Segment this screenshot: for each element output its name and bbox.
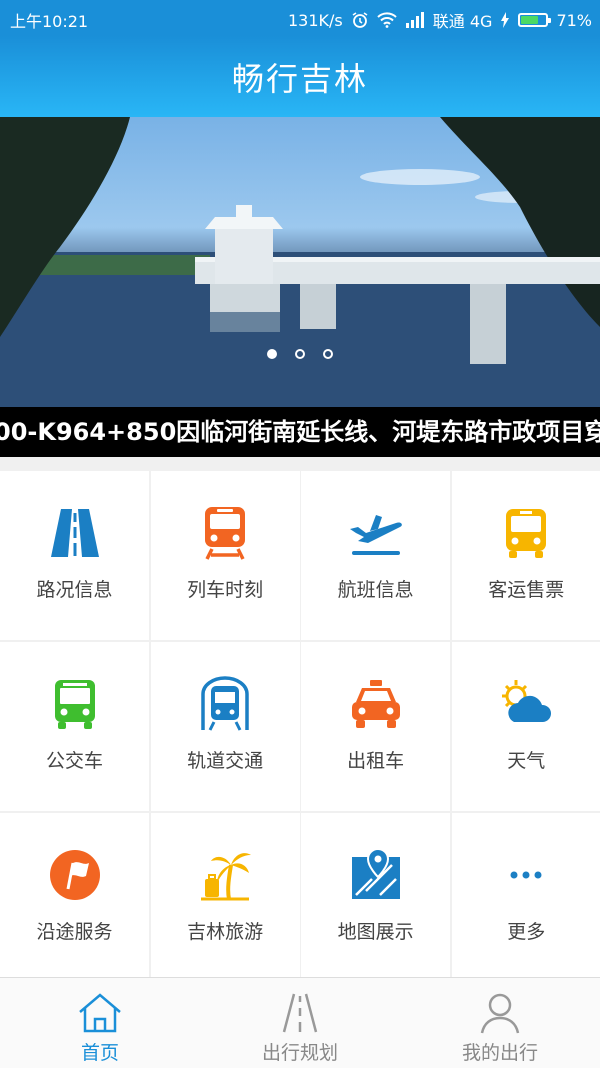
palm-luggage-icon [201, 853, 252, 901]
tab-my-trips[interactable]: 我的出行 [400, 978, 600, 1068]
map-pin-icon [351, 847, 400, 899]
user-icon [480, 993, 520, 1034]
carousel-dot[interactable] [295, 349, 305, 359]
grid-item-city-bus[interactable]: 公交车 [0, 642, 149, 811]
app-header: 畅行吉林 [0, 36, 600, 117]
grid-item-label: 航班信息 [337, 579, 414, 601]
grid-item-train-schedule[interactable]: 列车时刻 [150, 471, 300, 640]
grid-item-label: 列车时刻 [187, 579, 264, 601]
wifi-icon [377, 12, 397, 28]
app-title: 畅行吉林 [231, 60, 368, 98]
grid-item-label: 出租车 [347, 750, 405, 772]
charging-icon [501, 12, 510, 28]
grid-item-flight-info[interactable]: 航班信息 [301, 471, 451, 640]
grid-item-label: 更多 [507, 921, 546, 943]
carousel-dots [0, 349, 600, 359]
grid-item-label: 吉林旅游 [187, 921, 264, 943]
coach-bus-icon [506, 509, 547, 558]
carrier: 联通 4G [432, 12, 493, 31]
ticker-text: 00-K964+850因临河街南延长线、河堤东路市政项目穿越 [0, 418, 600, 446]
battery-fill [521, 16, 539, 24]
signal-icon [405, 12, 424, 28]
grid-item-jilin-travel[interactable]: 吉林旅游 [150, 813, 300, 982]
grid-item-label: 天气 [507, 750, 546, 772]
road-icon [282, 993, 318, 1033]
carousel-dot[interactable] [267, 349, 277, 359]
tab-label: 出行规划 [261, 1042, 338, 1064]
flag-pin-icon [49, 850, 100, 900]
grid-item-taxi[interactable]: 出租车 [301, 642, 451, 811]
grid-item-coach-ticket[interactable]: 客运售票 [451, 471, 600, 640]
grid-item-rail-transit[interactable]: 轨道交通 [150, 642, 300, 811]
status-bar: 上午10:21 131K/s 联通 4G 71% [0, 0, 600, 36]
grid-item-label: 沿途服务 [36, 921, 113, 943]
airplane-icon [349, 515, 402, 555]
alarm-icon [352, 12, 368, 28]
grid-item-label: 轨道交通 [187, 750, 264, 772]
city-bus-icon [54, 680, 95, 729]
net-speed: 131K/s [288, 10, 343, 30]
news-ticker[interactable]: 00-K964+850因临河街南延长线、河堤东路市政项目穿越 [0, 407, 600, 457]
road-icon [50, 509, 99, 557]
status-right: 131K/s 联通 4G 71% [288, 8, 592, 32]
train-icon [205, 507, 246, 560]
bottom-tab-bar: 首页 出行规划 我的出行 [0, 977, 600, 1068]
tab-trip-planning[interactable]: 出行规划 [200, 978, 400, 1068]
grid-item-label: 公交车 [45, 750, 103, 772]
battery-icon [518, 13, 552, 27]
grid-item-more[interactable]: 更多 [451, 813, 600, 982]
banner-image [0, 117, 600, 407]
grid-item-label: 地图展示 [337, 921, 414, 943]
battery-percent: 71% [556, 10, 592, 30]
grid-item-weather[interactable]: 天气 [451, 642, 600, 811]
tab-label: 我的出行 [461, 1042, 538, 1064]
grid-item-label: 路况信息 [36, 579, 113, 601]
banner-carousel[interactable] [0, 117, 600, 407]
status-time: 上午10:21 [10, 12, 89, 31]
carousel-dot[interactable] [323, 349, 333, 359]
service-grid: 路况信息 列车时刻 航班信息 客运售票 公交车 轨道交通 出租车 天气 沿途服务… [0, 471, 600, 982]
taxi-icon [351, 680, 400, 728]
more-dots-icon [510, 871, 542, 879]
home-icon [79, 993, 121, 1033]
grid-item-label: 客运售票 [488, 579, 565, 601]
weather-icon [502, 680, 552, 722]
grid-item-road-info[interactable]: 路况信息 [0, 471, 149, 640]
tab-label: 首页 [80, 1042, 119, 1064]
grid-item-roadside-service[interactable]: 沿途服务 [0, 813, 149, 982]
grid-item-map-view[interactable]: 地图展示 [301, 813, 451, 982]
tab-home[interactable]: 首页 [0, 978, 200, 1068]
subway-icon [201, 676, 249, 731]
